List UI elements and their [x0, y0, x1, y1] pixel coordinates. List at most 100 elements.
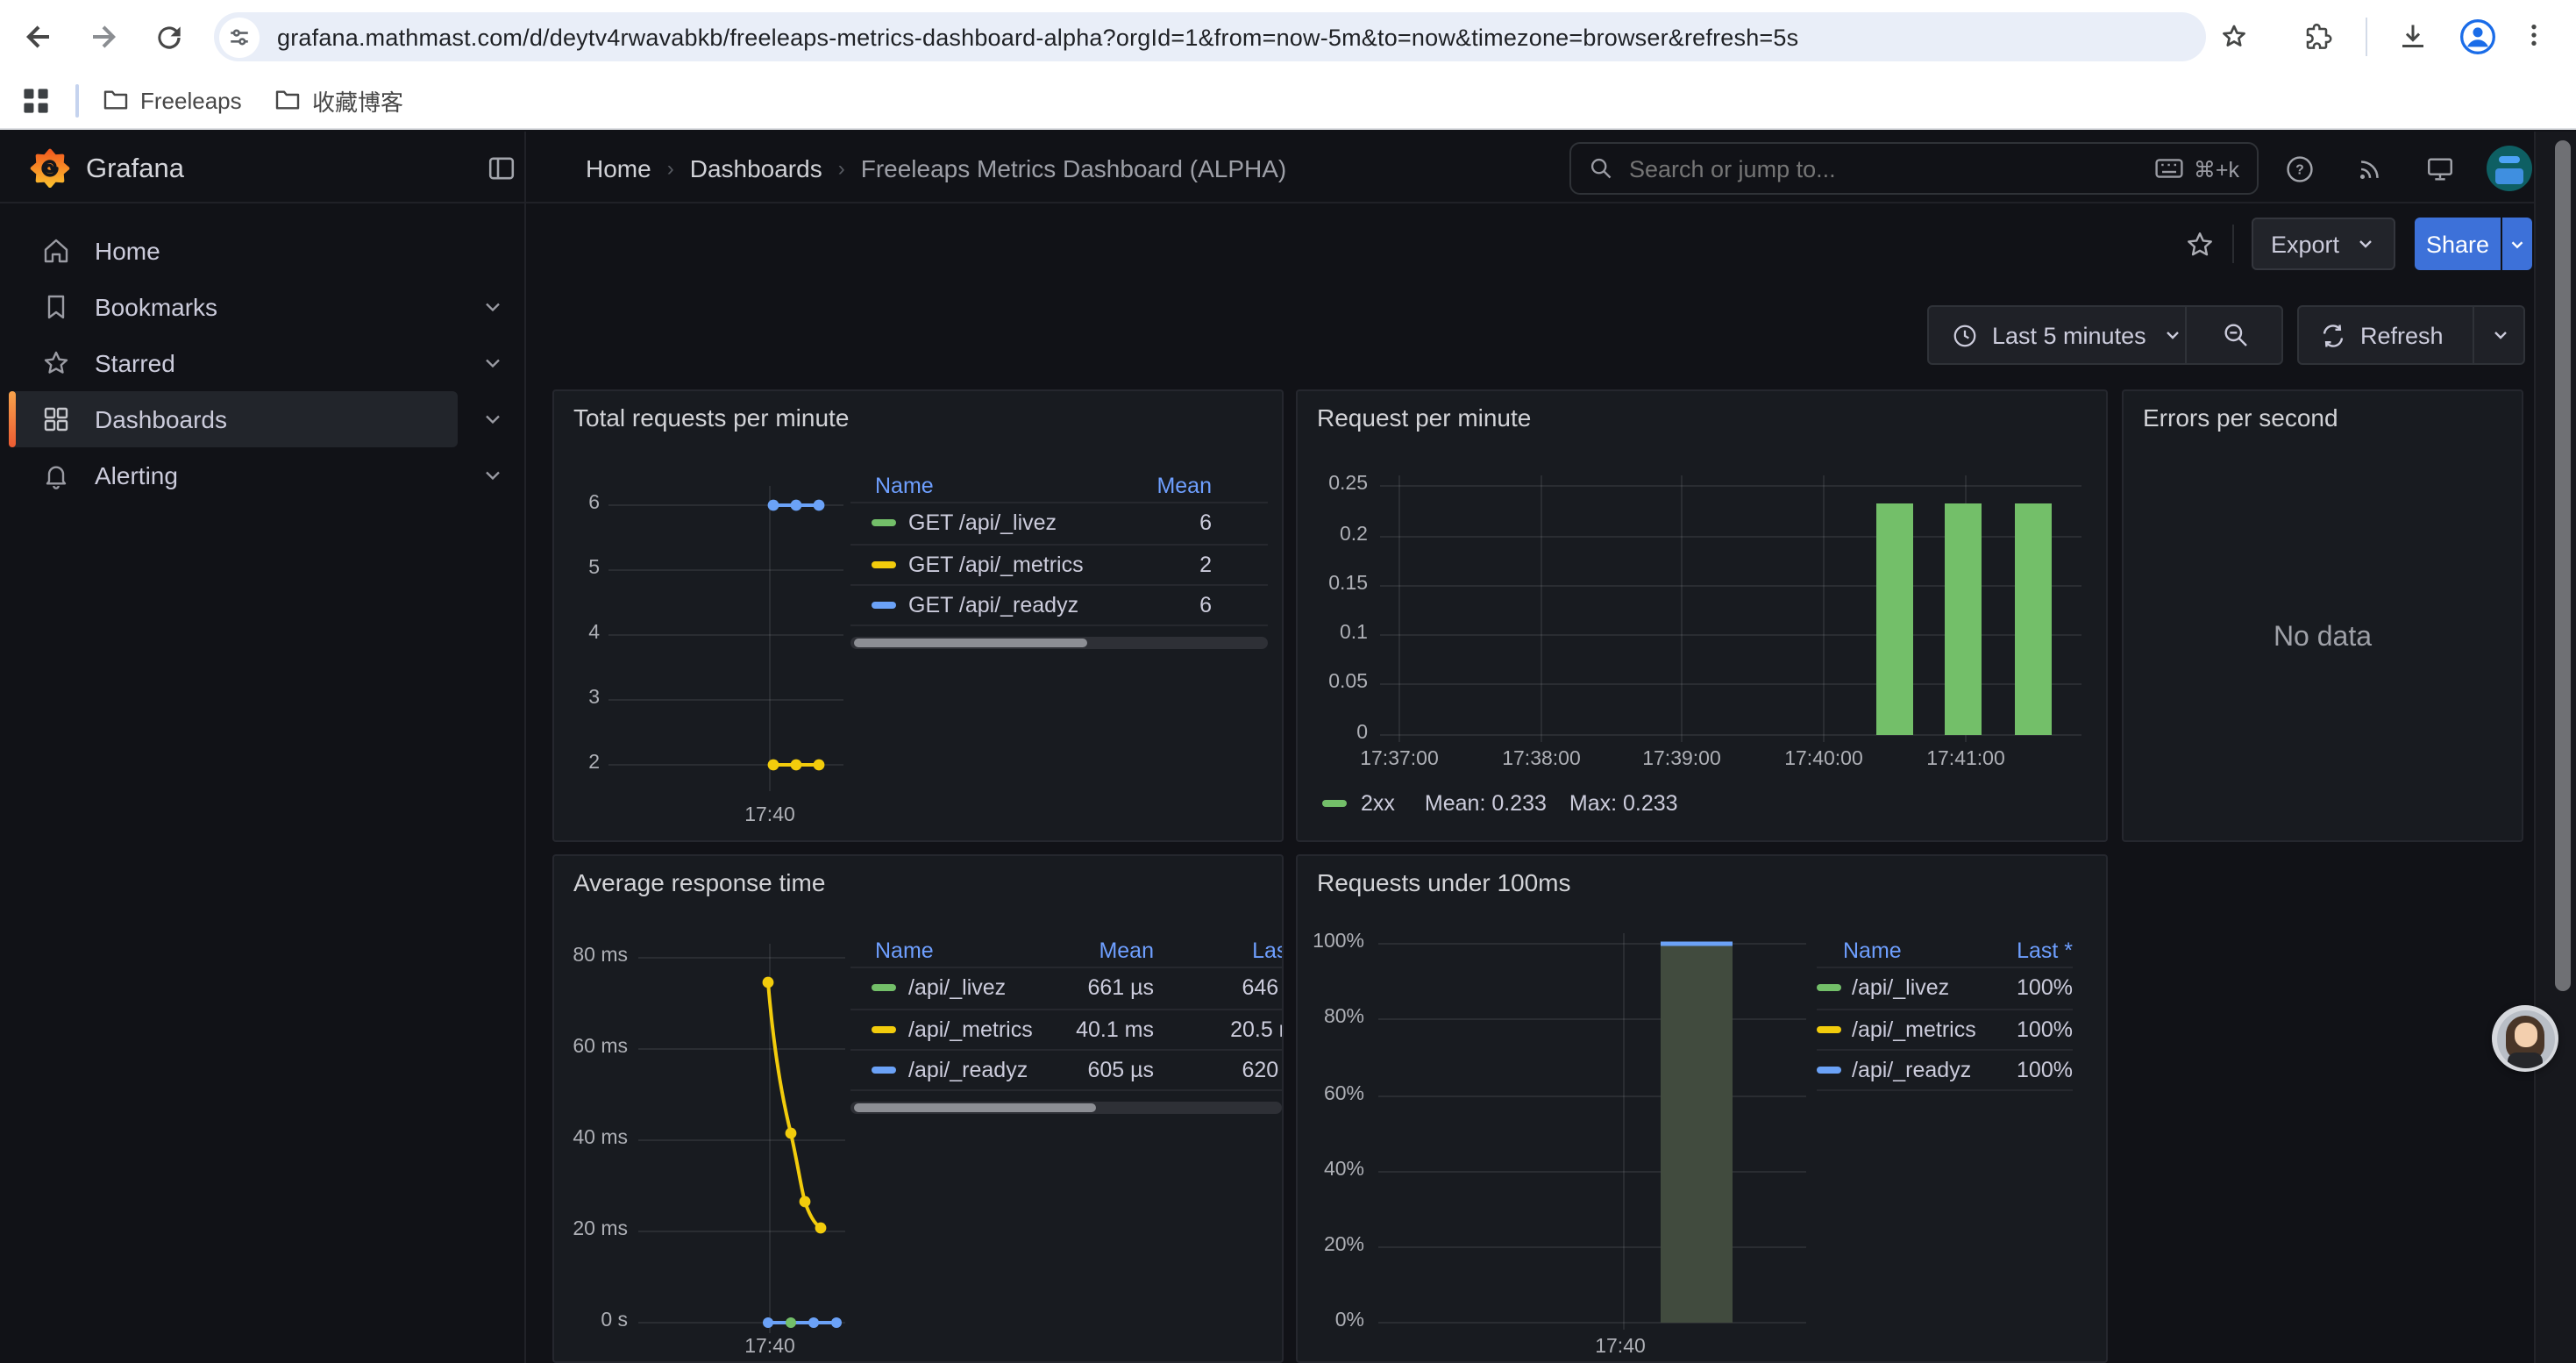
series-name[interactable]: GET /api/_metrics [908, 553, 1107, 577]
series-name[interactable]: /api/_readyz [908, 1058, 1035, 1082]
series-swatch-green[interactable] [872, 985, 896, 992]
clock-icon [1952, 322, 1978, 348]
export-button[interactable]: Export [2252, 218, 2395, 270]
area-chart[interactable] [1298, 856, 2108, 1363]
series-swatch-blue[interactable] [872, 1067, 896, 1074]
legend-row[interactable]: GET /api/_metrics 2 [850, 543, 1268, 584]
legend-scrollbar-thumb[interactable] [854, 639, 1088, 647]
legend-header-mean[interactable]: Mean [1035, 938, 1154, 963]
series-name[interactable]: /api/_metrics [1852, 1017, 1985, 1042]
browser-forward-button[interactable] [79, 12, 128, 61]
legend-header-mean[interactable]: Mean [1107, 474, 1212, 498]
sidebar-toggle-button[interactable] [487, 154, 516, 182]
legend-table: Name Last * /api/_livez 100% /api/_metri… [1817, 935, 2073, 1090]
folder-icon [274, 86, 302, 114]
series-swatch-green[interactable] [872, 520, 896, 527]
sidebar-item-label: Alerting [95, 461, 178, 489]
time-range-label[interactable]: Last 5 minutes [1992, 322, 2146, 348]
legend-row[interactable]: /api/_readyz 605 µs 620 µs [850, 1049, 1284, 1090]
legend-header-last[interactable]: Last * [1154, 938, 1284, 963]
legend-row[interactable]: /api/_metrics 40.1 ms 20.5 ms [850, 1008, 1284, 1049]
browser-menu-button[interactable] [2520, 21, 2548, 49]
series-swatch-blue[interactable] [1817, 1067, 1841, 1074]
panel-title[interactable]: Errors per second [2143, 403, 2338, 432]
series-swatch-blue[interactable] [872, 602, 896, 609]
kiosk-mode-button[interactable] [2425, 154, 2455, 184]
legend-header: Name Mean Last * [850, 935, 1284, 967]
legend-row[interactable]: GET /api/_readyz 6 [850, 584, 1268, 625]
breadcrumb-home[interactable]: Home [586, 154, 651, 182]
series-name[interactable]: GET /api/_readyz [908, 593, 1107, 617]
legend-scrollbar [850, 637, 1268, 649]
series-swatch-yellow[interactable] [872, 561, 896, 568]
chevron-down-icon[interactable] [480, 463, 505, 488]
sidebar-item-starred[interactable]: Starred [9, 335, 458, 391]
refresh-interval-button[interactable] [2474, 307, 2525, 363]
bookmark-star-button[interactable] [2218, 21, 2250, 53]
bar-chart[interactable] [1298, 391, 2108, 842]
apps-grid-button[interactable] [21, 86, 51, 116]
url-text: grafana.mathmast.com/d/deytv4rwavabkb/fr… [277, 24, 1798, 50]
search-bar[interactable]: ⌘+k [1569, 142, 2259, 195]
browser-reload-button[interactable] [144, 12, 193, 61]
chevron-down-icon[interactable] [480, 407, 505, 432]
chevron-down-icon[interactable] [480, 351, 505, 375]
profile-button[interactable] [2459, 18, 2497, 56]
legend-row[interactable]: /api/_livez 100% [1817, 967, 2073, 1008]
grafana-logo[interactable] [30, 147, 70, 196]
star-icon [2185, 230, 2215, 260]
panel-total-requests: Total requests per minute 6 5 4 3 2 17:4… [552, 389, 1284, 842]
bookmark-folder-blogs[interactable]: 收藏博客 [263, 77, 414, 123]
series-name[interactable]: /api/_metrics [908, 1017, 1035, 1042]
zoom-out-time-button[interactable] [2187, 307, 2285, 363]
address-bar[interactable]: grafana.mathmast.com/d/deytv4rwavabkb/fr… [214, 12, 2206, 61]
legend-scrollbar-thumb[interactable] [854, 1103, 1096, 1112]
legend-header-name[interactable]: Name [850, 938, 1035, 963]
download-icon [2397, 21, 2429, 53]
legend-header-last[interactable]: Last * [1985, 938, 2073, 963]
legend-row[interactable]: /api/_livez 661 µs 646 µs [850, 967, 1284, 1008]
refresh-button[interactable]: Refresh [2299, 322, 2473, 348]
series-name[interactable]: GET /api/_livez [908, 511, 1107, 536]
help-button[interactable]: ? [2285, 154, 2315, 184]
assistant-floating-avatar[interactable] [2492, 1005, 2558, 1072]
legend-header: Name Last * [1817, 935, 2073, 967]
bookmark-folder-freeleaps[interactable]: Freeleaps [91, 77, 253, 123]
series-last: 620 µs [1154, 1058, 1284, 1082]
legend-row[interactable]: GET /api/_livez 6 [850, 502, 1268, 543]
star-dashboard-button[interactable] [2185, 230, 2215, 260]
sidebar-item-alerting[interactable]: Alerting [9, 447, 458, 503]
series-last: 100% [1985, 976, 2073, 1001]
page-scrollbar-thumb[interactable] [2555, 140, 2571, 991]
sidebar-item-bookmarks[interactable]: Bookmarks [9, 279, 458, 335]
profile-avatar-icon [2459, 18, 2497, 56]
chevron-down-icon[interactable] [480, 295, 505, 319]
series-name[interactable]: /api/_livez [1852, 976, 1985, 1001]
breadcrumb-dashboards[interactable]: Dashboards [690, 154, 822, 182]
legend-inline[interactable]: 2xx Mean: 0.233 Max: 0.233 [1322, 791, 1678, 816]
series-name[interactable]: /api/_readyz [1852, 1058, 1985, 1082]
share-button[interactable]: Share [2415, 218, 2501, 270]
series-mean: 2 [1107, 553, 1212, 577]
legend-scrollbar [850, 1102, 1282, 1114]
legend-row[interactable]: /api/_metrics 100% [1817, 1008, 2073, 1049]
search-input[interactable] [1626, 153, 2155, 183]
downloads-button[interactable] [2397, 21, 2429, 53]
series-swatch-yellow[interactable] [1817, 1026, 1841, 1033]
series-name[interactable]: /api/_livez [908, 976, 1035, 1001]
legend-header-name[interactable]: Name [850, 474, 1107, 498]
extensions-button[interactable] [2302, 21, 2334, 53]
legend-row[interactable]: /api/_readyz 100% [1817, 1049, 2073, 1090]
series-swatch-green[interactable] [1817, 985, 1841, 992]
series-swatch-green[interactable] [1322, 800, 1347, 807]
share-menu-button[interactable] [2502, 218, 2532, 270]
series-name[interactable]: 2xx [1361, 791, 1395, 816]
sidebar-item-home[interactable]: Home [9, 223, 458, 279]
sidebar-item-dashboards[interactable]: Dashboards [9, 391, 458, 447]
user-avatar[interactable] [2487, 146, 2532, 191]
legend-header-name[interactable]: Name [1817, 938, 1985, 963]
site-info-button[interactable] [219, 17, 260, 57]
news-button[interactable] [2355, 154, 2385, 184]
browser-back-button[interactable] [14, 12, 63, 61]
series-swatch-yellow[interactable] [872, 1026, 896, 1033]
